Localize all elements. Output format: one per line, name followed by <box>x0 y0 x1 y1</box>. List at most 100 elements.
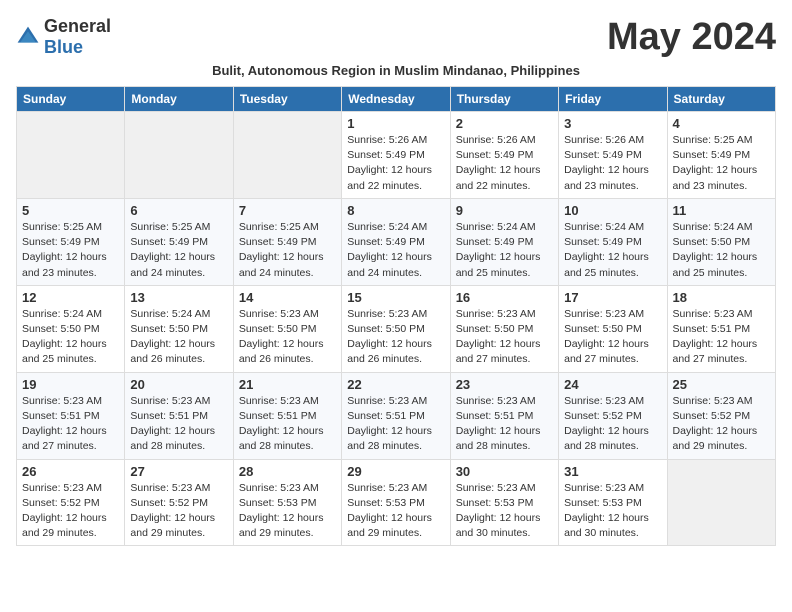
day-header-friday: Friday <box>559 87 667 112</box>
day-number: 12 <box>22 290 119 305</box>
calendar-cell: 10 Sunrise: 5:24 AM Sunset: 5:49 PM Dayli… <box>559 198 667 285</box>
calendar-cell: 31Sunrise: 5:23 AM Sunset: 5:53 PM Dayli… <box>559 459 667 546</box>
calendar-cell: 13Sunrise: 5:24 AM Sunset: 5:50 PM Dayli… <box>125 285 233 372</box>
day-number: 29 <box>347 464 444 479</box>
calendar-cell: 25 Sunrise: 5:23 AM Sunset: 5:52 PM Dayli… <box>667 372 775 459</box>
day-info: Sunrise: 5:24 AM Sunset: 5:50 PM Dayligh… <box>673 220 770 281</box>
calendar-cell: 26 Sunrise: 5:23 AM Sunset: 5:52 PM Dayli… <box>17 459 125 546</box>
calendar-cell: 11 Sunrise: 5:24 AM Sunset: 5:50 PM Dayli… <box>667 198 775 285</box>
logo-general: General <box>44 16 111 36</box>
day-info: Sunrise: 5:23 AM Sunset: 5:51 PM Dayligh… <box>239 394 336 455</box>
day-number: 17 <box>564 290 661 305</box>
day-number: 5 <box>22 203 119 218</box>
calendar-cell: 5 Sunrise: 5:25 AM Sunset: 5:49 PM Daylig… <box>17 198 125 285</box>
calendar-cell: 30 Sunrise: 5:23 AM Sunset: 5:53 PM Dayli… <box>450 459 558 546</box>
day-number: 3 <box>564 116 661 131</box>
day-number: 26 <box>22 464 119 479</box>
day-number: 20 <box>130 377 227 392</box>
month-title: May 2024 <box>607 16 776 59</box>
day-header-sunday: Sunday <box>17 87 125 112</box>
calendar-cell <box>667 459 775 546</box>
day-info: Sunrise: 5:23 AM Sunset: 5:53 PM Dayligh… <box>239 481 336 542</box>
calendar-cell: 8Sunrise: 5:24 AM Sunset: 5:49 PM Daylig… <box>342 198 450 285</box>
page-header: General Blue May 2024 <box>16 16 776 59</box>
day-info: Sunrise: 5:24 AM Sunset: 5:49 PM Dayligh… <box>347 220 444 281</box>
day-info: Sunrise: 5:23 AM Sunset: 5:51 PM Dayligh… <box>456 394 553 455</box>
day-info: Sunrise: 5:23 AM Sunset: 5:50 PM Dayligh… <box>564 307 661 368</box>
day-info: Sunrise: 5:23 AM Sunset: 5:50 PM Dayligh… <box>239 307 336 368</box>
calendar-cell: 4 Sunrise: 5:25 AM Sunset: 5:49 PM Daylig… <box>667 112 775 199</box>
day-info: Sunrise: 5:23 AM Sunset: 5:52 PM Dayligh… <box>564 394 661 455</box>
calendar-cell <box>233 112 341 199</box>
day-number: 22 <box>347 377 444 392</box>
day-number: 13 <box>130 290 227 305</box>
calendar-cell <box>17 112 125 199</box>
day-number: 15 <box>347 290 444 305</box>
calendar-cell: 2 Sunrise: 5:26 AM Sunset: 5:49 PM Daylig… <box>450 112 558 199</box>
calendar-table: SundayMondayTuesdayWednesdayThursdayFrid… <box>16 86 776 546</box>
day-info: Sunrise: 5:23 AM Sunset: 5:52 PM Dayligh… <box>130 481 227 542</box>
day-number: 21 <box>239 377 336 392</box>
calendar-week-row: 5 Sunrise: 5:25 AM Sunset: 5:49 PM Daylig… <box>17 198 776 285</box>
day-number: 27 <box>130 464 227 479</box>
calendar-cell: 16 Sunrise: 5:23 AM Sunset: 5:50 PM Dayli… <box>450 285 558 372</box>
calendar-cell: 3 Sunrise: 5:26 AM Sunset: 5:49 PM Daylig… <box>559 112 667 199</box>
day-info: Sunrise: 5:26 AM Sunset: 5:49 PM Dayligh… <box>347 133 444 194</box>
day-number: 19 <box>22 377 119 392</box>
day-info: Sunrise: 5:23 AM Sunset: 5:50 PM Dayligh… <box>456 307 553 368</box>
day-header-saturday: Saturday <box>667 87 775 112</box>
calendar-cell: 14Sunrise: 5:23 AM Sunset: 5:50 PM Dayli… <box>233 285 341 372</box>
calendar-cell: 17 Sunrise: 5:23 AM Sunset: 5:50 PM Dayli… <box>559 285 667 372</box>
day-number: 16 <box>456 290 553 305</box>
calendar-cell: 28 Sunrise: 5:23 AM Sunset: 5:53 PM Dayli… <box>233 459 341 546</box>
day-info: Sunrise: 5:23 AM Sunset: 5:51 PM Dayligh… <box>22 394 119 455</box>
day-number: 28 <box>239 464 336 479</box>
calendar-week-row: 12Sunrise: 5:24 AM Sunset: 5:50 PM Dayli… <box>17 285 776 372</box>
calendar-cell: 22 Sunrise: 5:23 AM Sunset: 5:51 PM Dayli… <box>342 372 450 459</box>
calendar-cell: 15Sunrise: 5:23 AM Sunset: 5:50 PM Dayli… <box>342 285 450 372</box>
day-info: Sunrise: 5:25 AM Sunset: 5:49 PM Dayligh… <box>673 133 770 194</box>
day-info: Sunrise: 5:25 AM Sunset: 5:49 PM Dayligh… <box>239 220 336 281</box>
day-info: Sunrise: 5:26 AM Sunset: 5:49 PM Dayligh… <box>564 133 661 194</box>
calendar-cell: 27 Sunrise: 5:23 AM Sunset: 5:52 PM Dayli… <box>125 459 233 546</box>
day-number: 4 <box>673 116 770 131</box>
day-info: Sunrise: 5:23 AM Sunset: 5:53 PM Dayligh… <box>347 481 444 542</box>
day-info: Sunrise: 5:26 AM Sunset: 5:49 PM Dayligh… <box>456 133 553 194</box>
calendar-subtitle: Bulit, Autonomous Region in Muslim Minda… <box>16 63 776 78</box>
calendar-cell: 23Sunrise: 5:23 AM Sunset: 5:51 PM Dayli… <box>450 372 558 459</box>
calendar-cell: 6 Sunrise: 5:25 AM Sunset: 5:49 PM Daylig… <box>125 198 233 285</box>
logo-icon <box>16 25 40 49</box>
day-info: Sunrise: 5:25 AM Sunset: 5:49 PM Dayligh… <box>22 220 119 281</box>
day-number: 2 <box>456 116 553 131</box>
day-number: 25 <box>673 377 770 392</box>
calendar-week-row: 19 Sunrise: 5:23 AM Sunset: 5:51 PM Dayli… <box>17 372 776 459</box>
calendar-cell: 20Sunrise: 5:23 AM Sunset: 5:51 PM Dayli… <box>125 372 233 459</box>
day-info: Sunrise: 5:23 AM Sunset: 5:53 PM Dayligh… <box>456 481 553 542</box>
logo: General Blue <box>16 16 111 58</box>
calendar-week-row: 1 Sunrise: 5:26 AM Sunset: 5:49 PM Daylig… <box>17 112 776 199</box>
day-number: 6 <box>130 203 227 218</box>
day-number: 10 <box>564 203 661 218</box>
day-info: Sunrise: 5:23 AM Sunset: 5:52 PM Dayligh… <box>22 481 119 542</box>
day-info: Sunrise: 5:23 AM Sunset: 5:51 PM Dayligh… <box>673 307 770 368</box>
day-number: 11 <box>673 203 770 218</box>
calendar-cell: 29 Sunrise: 5:23 AM Sunset: 5:53 PM Dayli… <box>342 459 450 546</box>
calendar-cell: 24Sunrise: 5:23 AM Sunset: 5:52 PM Dayli… <box>559 372 667 459</box>
day-number: 31 <box>564 464 661 479</box>
day-info: Sunrise: 5:24 AM Sunset: 5:49 PM Dayligh… <box>564 220 661 281</box>
day-number: 30 <box>456 464 553 479</box>
day-header-thursday: Thursday <box>450 87 558 112</box>
day-number: 1 <box>347 116 444 131</box>
day-info: Sunrise: 5:24 AM Sunset: 5:49 PM Dayligh… <box>456 220 553 281</box>
calendar-cell: 18Sunrise: 5:23 AM Sunset: 5:51 PM Dayli… <box>667 285 775 372</box>
calendar-cell: 19 Sunrise: 5:23 AM Sunset: 5:51 PM Dayli… <box>17 372 125 459</box>
day-info: Sunrise: 5:23 AM Sunset: 5:51 PM Dayligh… <box>347 394 444 455</box>
day-header-monday: Monday <box>125 87 233 112</box>
day-info: Sunrise: 5:23 AM Sunset: 5:52 PM Dayligh… <box>673 394 770 455</box>
calendar-cell: 9Sunrise: 5:24 AM Sunset: 5:49 PM Daylig… <box>450 198 558 285</box>
day-number: 7 <box>239 203 336 218</box>
calendar-cell: 7 Sunrise: 5:25 AM Sunset: 5:49 PM Daylig… <box>233 198 341 285</box>
logo-blue: Blue <box>44 37 83 57</box>
calendar-header-row: SundayMondayTuesdayWednesdayThursdayFrid… <box>17 87 776 112</box>
day-info: Sunrise: 5:25 AM Sunset: 5:49 PM Dayligh… <box>130 220 227 281</box>
